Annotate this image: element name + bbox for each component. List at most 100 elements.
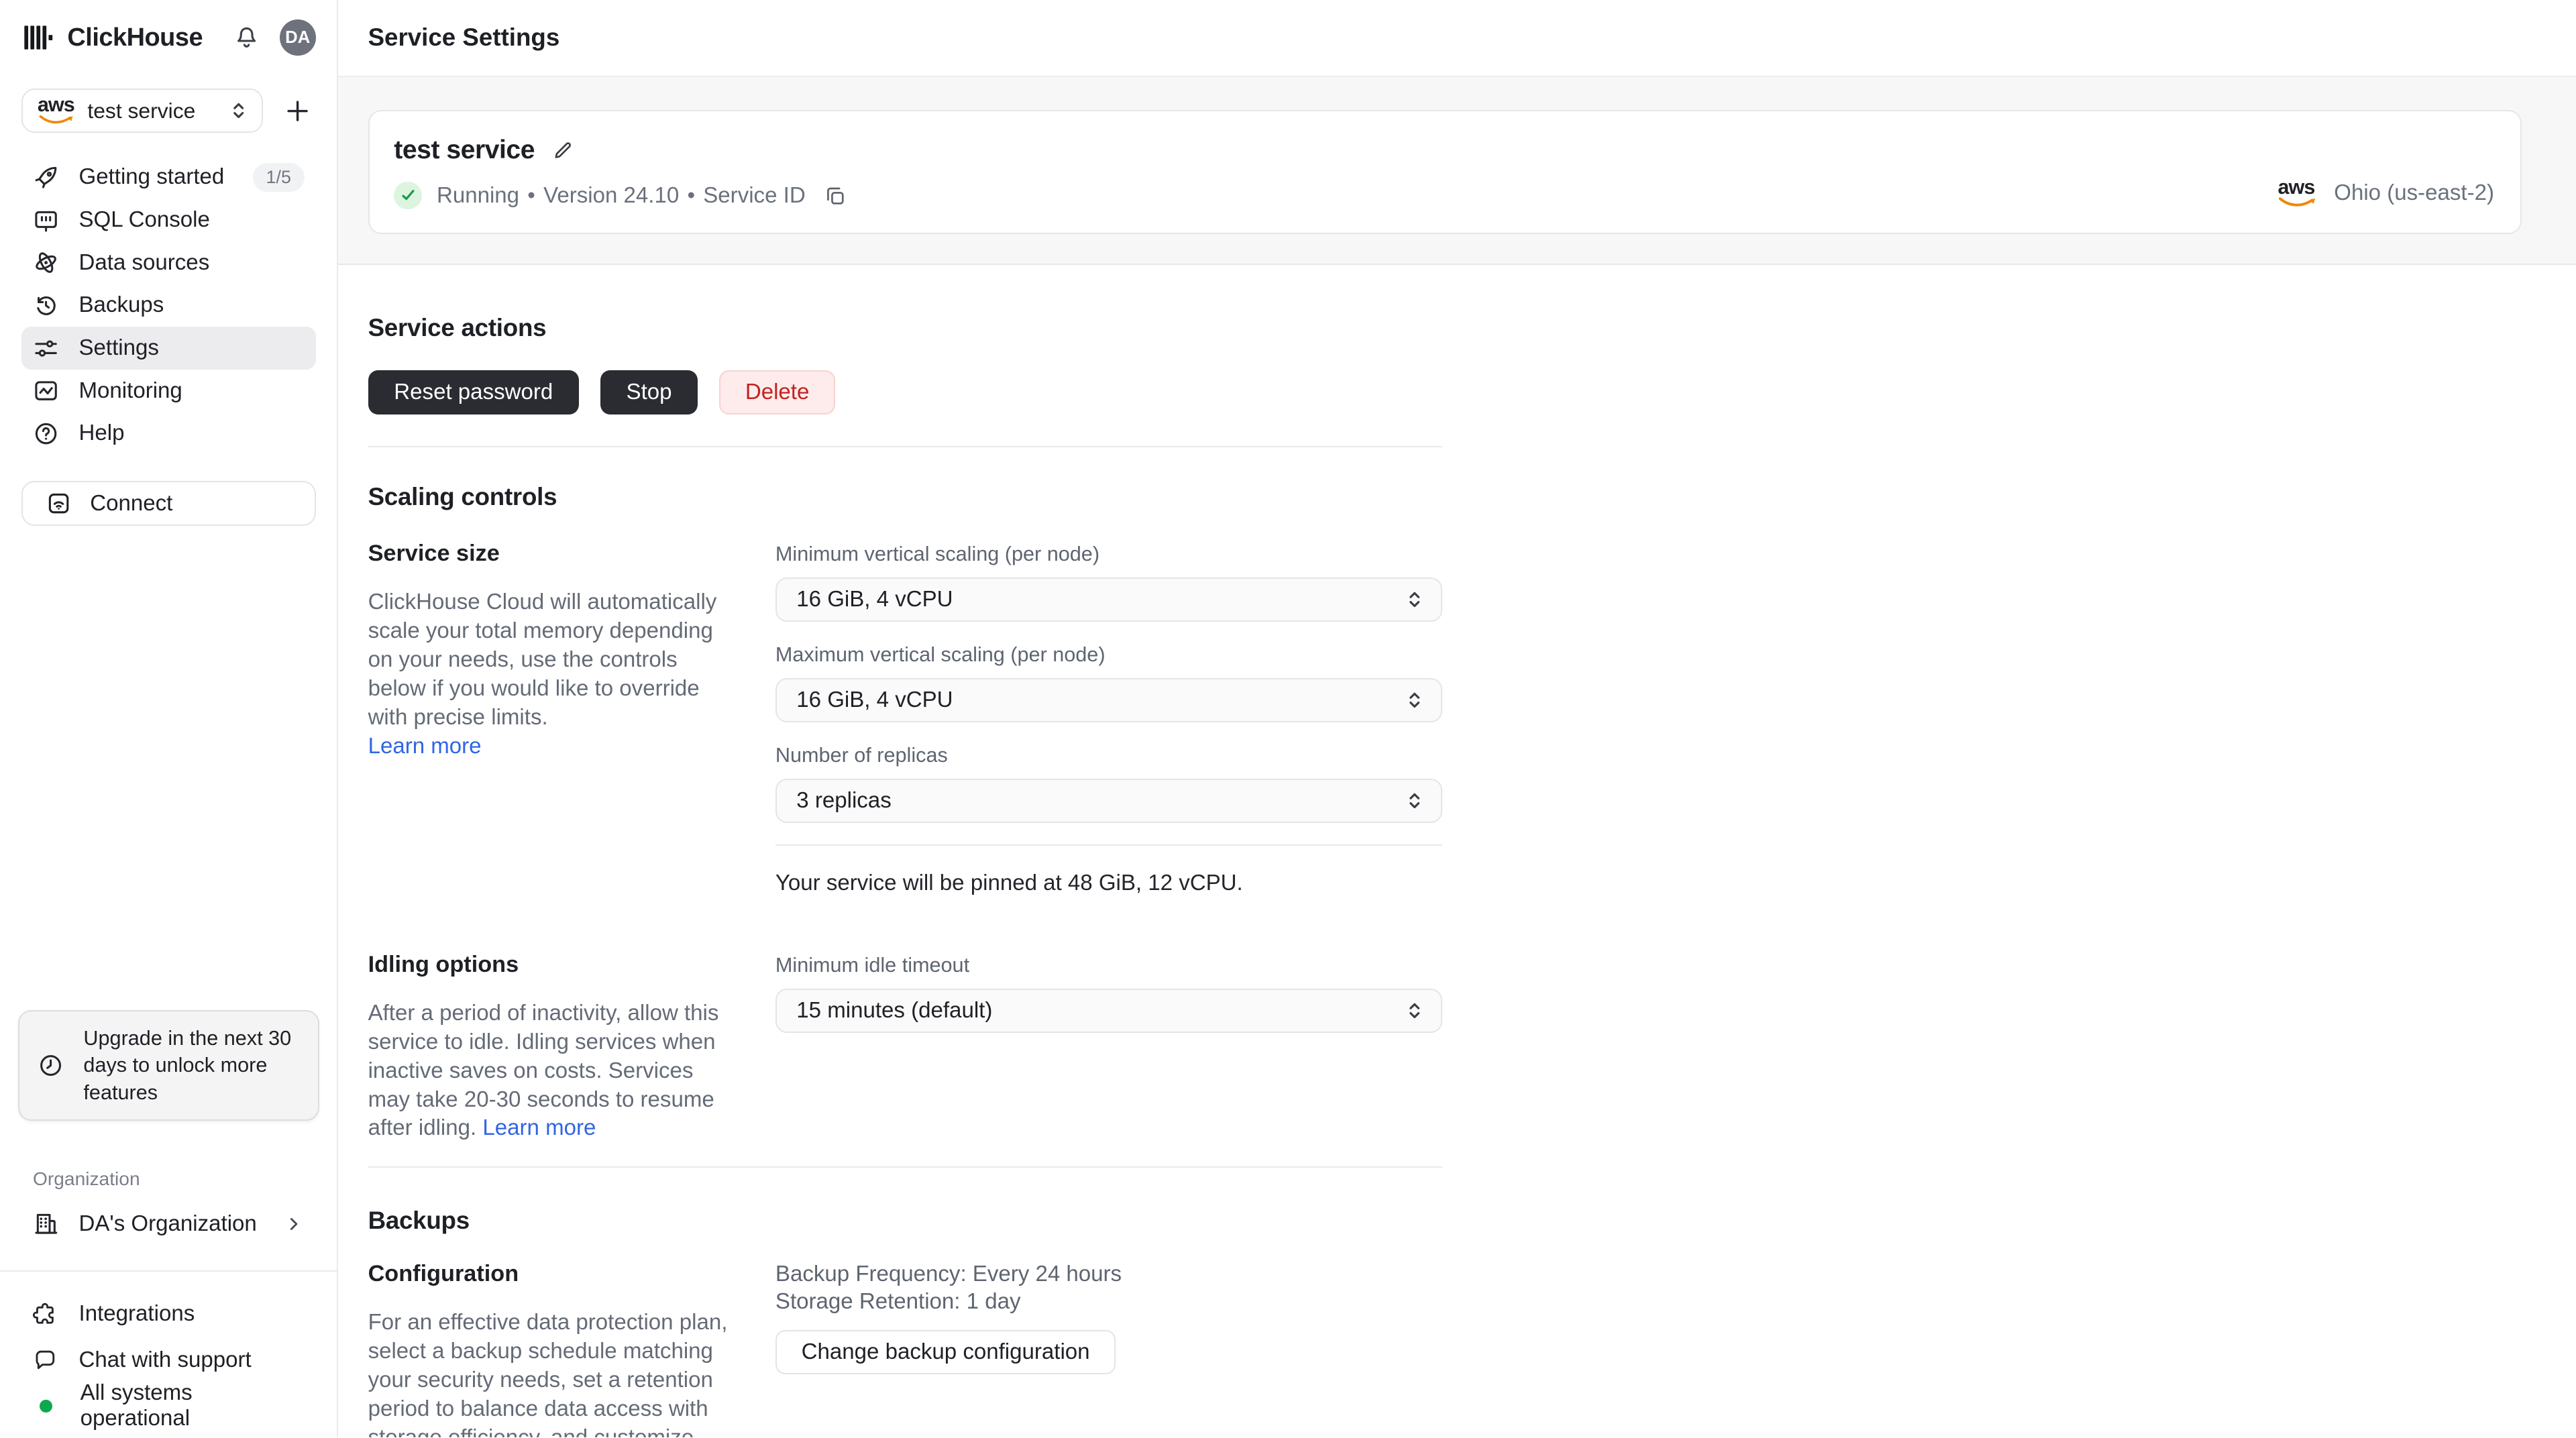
delete-button[interactable]: Delete [719,370,836,415]
service-selector-row: aws test service [21,89,316,133]
stop-button[interactable]: Stop [600,370,698,415]
status-check-icon [394,181,422,210]
console-icon [33,207,59,233]
service-status-row: Running • Version 24.10 • Service ID [394,181,2276,210]
sidebar-item-label: Backups [78,292,164,318]
sidebar-item-label: Help [78,421,125,446]
sidebar-item-label: Monitoring [78,378,182,403]
service-selector[interactable]: aws test service [21,89,263,133]
backups-description: For an effective data protection plan, s… [368,1310,728,1437]
organization-name: DA's Organization [78,1211,257,1236]
system-status[interactable]: All systems operational [21,1380,316,1431]
idle-timeout-label: Minimum idle timeout [775,953,970,977]
service-name: test service [394,135,535,165]
chat-bubble-icon [33,1347,58,1372]
idle-timeout-select[interactable]: 15 minutes (default) [775,988,1443,1033]
scaling-grid: Service size ClickHouse Cloud will autom… [368,541,1443,895]
replicas-field: Number of replicas 3 replicas [775,744,1443,824]
min-scaling-select[interactable]: 16 GiB, 4 vCPU [775,577,1443,622]
footer-item-label: Integrations [78,1301,195,1327]
status-dot-icon [39,1399,52,1413]
page-header: Service Settings [338,0,2576,76]
section-divider [368,1166,1443,1168]
app-window: ClickHouse DA aws test service Getting s… [0,0,2576,1437]
upgrade-notice[interactable]: Upgrade in the next 30 days to unlock mo… [17,1010,319,1121]
sidebar-item-backups[interactable]: Backups [21,284,316,327]
idle-timeout-field: Minimum idle timeout 15 minutes (default… [775,953,1443,1033]
sidebar-item-help[interactable]: Help [21,412,316,455]
connect-button[interactable]: Connect [21,481,316,526]
sliders-icon [33,335,59,362]
region-label: Ohio (us-east-2) [2334,180,2495,205]
learn-more-link[interactable]: Learn more [368,732,482,761]
service-card: test service Running • Version 24.10 • S… [368,109,2522,234]
sidebar-item-sql-console[interactable]: SQL Console [21,199,316,241]
upgrade-notice-text: Upgrade in the next 30 days to unlock mo… [83,1026,292,1104]
sidebar-item-integrations[interactable]: Integrations [21,1299,316,1329]
rocket-icon [33,164,59,190]
service-id-label: Service ID [703,182,806,208]
clickhouse-logo-icon [23,23,54,52]
sidebar-item-settings[interactable]: Settings [21,327,316,370]
edit-pencil-icon[interactable] [551,139,574,162]
min-scaling-field: Minimum vertical scaling (per node) 16 G… [775,542,1443,622]
add-service-button[interactable] [284,98,311,124]
backup-frequency: Backup Frequency: Every 24 hours [775,1262,1122,1287]
settings-content: Service actions Reset password Stop Dele… [338,265,2576,1437]
sidebar-item-chat-support[interactable]: Chat with support [21,1345,316,1375]
brand: ClickHouse DA [21,0,316,76]
progress-badge: 1/5 [252,162,305,192]
sidebar-item-label: SQL Console [78,207,210,233]
sidebar-item-monitoring[interactable]: Monitoring [21,370,316,412]
reset-password-button[interactable]: Reset password [368,370,579,415]
sidebar-item-data-sources[interactable]: Data sources [21,241,316,284]
change-backup-configuration-button[interactable]: Change backup configuration [775,1330,1116,1375]
replicas-label: Number of replicas [775,744,948,767]
chevron-up-down-icon [1405,1000,1424,1021]
sidebar-item-label: Getting started [78,164,225,190]
system-status-label: All systems operational [80,1380,193,1431]
pinned-note: Your service will be pinned at 48 GiB, 1… [775,870,1243,895]
notifications-bell-icon[interactable] [229,19,265,56]
sidebar-nav: Getting started 1/5 SQL Console Data sou… [21,156,316,455]
learn-more-link[interactable]: Learn more [482,1115,596,1140]
region-info: aws Ohio (us-east-2) [2277,177,2495,210]
sidebar: ClickHouse DA aws test service Getting s… [0,0,339,1437]
brand-name: ClickHouse [67,23,203,52]
service-actions-heading: Service actions [368,314,547,342]
scaling-sub-divider [775,844,1443,846]
chart-icon [33,378,59,404]
history-icon [33,292,59,319]
footer-item-label: Chat with support [78,1347,252,1372]
replicas-select[interactable]: 3 replicas [775,779,1443,824]
chevron-up-down-icon [1405,790,1424,812]
page-title: Service Settings [368,23,560,52]
organization-row[interactable]: DA's Organization [21,1207,316,1240]
service-version: Version 24.10 [543,182,680,208]
chevron-right-icon [283,1213,305,1235]
idling-options-heading: Idling options [368,952,519,978]
max-scaling-select[interactable]: 16 GiB, 4 vCPU [775,678,1443,723]
min-scaling-label: Minimum vertical scaling (per node) [775,542,1100,565]
chevron-up-down-icon [1405,589,1424,610]
copy-icon[interactable] [824,184,847,207]
data-sources-icon [33,250,59,276]
chevron-up-down-icon [229,100,248,121]
status-running: Running [436,182,520,208]
service-hero-band: test service Running • Version 24.10 • S… [338,75,2576,265]
idling-grid: Idling options After a period of inactiv… [368,952,1443,1143]
section-divider [368,445,1443,447]
connect-label: Connect [90,490,173,516]
sidebar-item-label: Data sources [78,250,210,275]
organization-section-label: Organization [32,1168,140,1189]
avatar[interactable]: DA [279,19,316,56]
help-icon [33,421,59,447]
sidebar-footer: Integrations Chat with support All syste… [21,1299,316,1431]
service-actions-row: Reset password Stop Delete [368,370,1443,415]
max-scaling-label: Maximum vertical scaling (per node) [775,643,1106,666]
sidebar-item-getting-started[interactable]: Getting started 1/5 [21,156,316,199]
sidebar-divider [0,1270,337,1272]
sidebar-item-label: Settings [78,335,159,361]
storage-retention: Storage Retention: 1 day [775,1288,1021,1314]
aws-logo-icon: aws [2277,177,2316,208]
